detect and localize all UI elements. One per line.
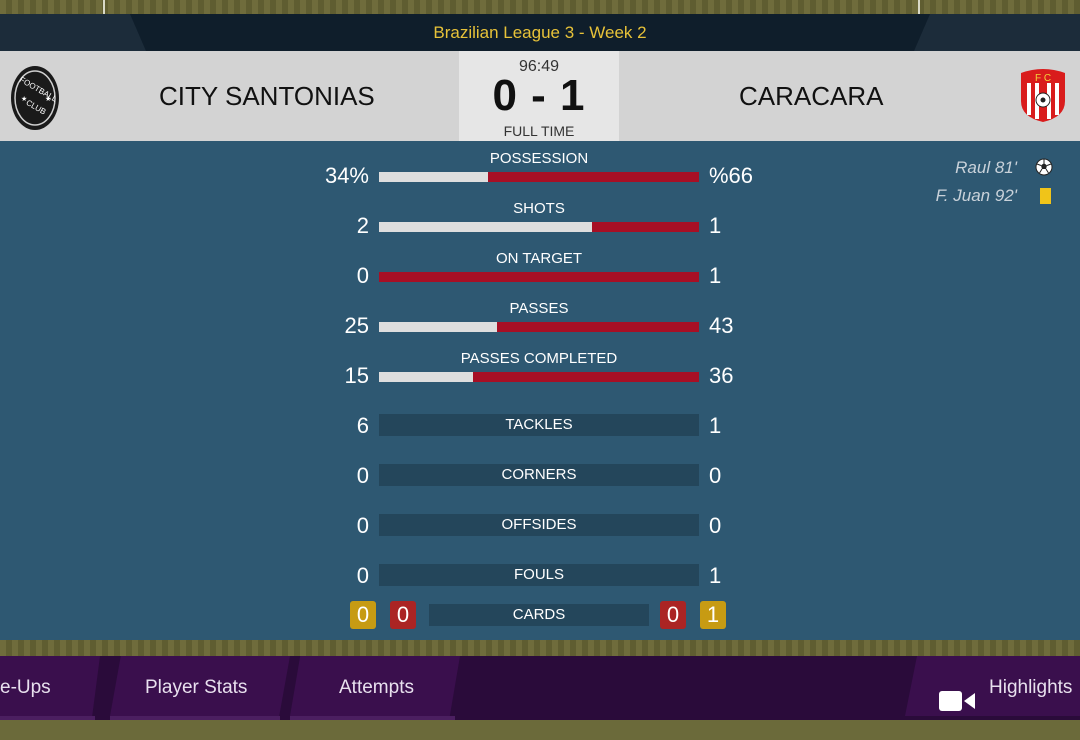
svg-text:F C: F C	[1035, 73, 1051, 84]
competition-bar: Brazilian League 3 - Week 2	[0, 14, 1080, 51]
tab-player-stats[interactable]: Player Stats	[145, 656, 247, 720]
video-camera-icon	[938, 676, 976, 740]
home-team-name[interactable]: CITY SANTONIAS	[159, 81, 375, 112]
stat-label: OFFSIDES	[379, 514, 699, 536]
stat-label: CORNERS	[379, 464, 699, 486]
football-club-badge-icon[interactable]: FOOTBALL CLUB ★ ★	[10, 65, 60, 131]
away-stat-value: 0	[709, 513, 722, 538]
away-stat-value: 0	[709, 463, 722, 488]
event-yellow-card: F. Juan 92'	[935, 186, 1017, 205]
competition-title: Brazilian League 3 - Week 2	[433, 23, 647, 42]
stat-label: PASSES COMPLETED	[460, 350, 618, 367]
away-red-cards: 0	[660, 601, 686, 629]
tab-highlights[interactable]: Highlights	[938, 656, 1080, 720]
match-stats-panel: Brazilian League 3 - Week 2 FOOTBALL CLU…	[0, 14, 1080, 640]
home-stat-value: 0	[356, 513, 369, 538]
home-stat-value: 25	[344, 313, 369, 338]
score-box: 96:49 0 - 1 FULL TIME	[459, 51, 619, 141]
bottom-nav: e-Ups Player Stats Attempts Highlights	[0, 656, 1080, 720]
stat-bar	[379, 272, 699, 282]
pitch-line	[103, 0, 105, 14]
home-stat-value: 34%	[324, 163, 369, 188]
fc-shield-badge-icon[interactable]: F C	[1018, 67, 1068, 133]
away-stat-value: %66	[709, 163, 754, 188]
stat-label: TACKLES	[379, 414, 699, 436]
stat-label: SHOTS	[513, 200, 565, 217]
tab-lineups[interactable]: e-Ups	[0, 656, 51, 720]
football-icon	[1035, 158, 1053, 176]
home-share-fill	[379, 172, 488, 182]
away-team-name[interactable]: CARACARA	[739, 81, 883, 112]
match-score: 0 - 1	[492, 71, 586, 120]
home-share-fill	[379, 322, 497, 332]
stat-bar	[379, 172, 699, 182]
stat-bar	[379, 222, 699, 232]
away-stat-value: 1	[709, 213, 722, 238]
cards-label: CARDS	[429, 604, 649, 626]
tab-attempts[interactable]: Attempts	[339, 656, 414, 720]
home-share-fill	[379, 372, 474, 382]
home-stat-value: 2	[356, 213, 369, 238]
yellow-card-icon	[1040, 188, 1051, 204]
stat-label: PASSES	[509, 300, 569, 317]
stat-bar	[379, 322, 699, 332]
home-stat-value: 6	[356, 413, 369, 438]
scoreboard: FOOTBALL CLUB ★ ★ CITY SANTONIAS 96:49 0…	[0, 51, 1080, 141]
home-red-cards: 0	[390, 601, 416, 629]
away-stat-value: 1	[709, 413, 722, 438]
home-stat-value: 0	[356, 463, 369, 488]
stat-label: ON TARGET	[495, 250, 583, 267]
away-stat-value: 1	[709, 263, 722, 288]
home-stat-value: 0	[356, 563, 369, 588]
home-yellow-cards: 0	[350, 601, 376, 629]
pitch-line	[918, 0, 920, 14]
stat-label: FOULS	[379, 564, 699, 586]
away-yellow-cards: 1	[700, 601, 726, 629]
home-share-fill	[379, 222, 593, 232]
stat-bar	[379, 372, 699, 382]
event-goal: Raul 81'	[955, 158, 1017, 177]
away-stat-value: 43	[709, 313, 734, 338]
highlights-label: Highlights	[989, 677, 1073, 698]
home-stat-value: 15	[344, 363, 369, 388]
svg-text:★: ★	[21, 95, 27, 103]
away-stat-value: 36	[709, 363, 734, 388]
away-stat-value: 1	[709, 563, 722, 588]
svg-text:★: ★	[45, 95, 51, 103]
match-status: FULL TIME	[503, 123, 575, 139]
stat-label: POSSESSION	[489, 150, 589, 167]
home-stat-value: 0	[356, 263, 369, 288]
